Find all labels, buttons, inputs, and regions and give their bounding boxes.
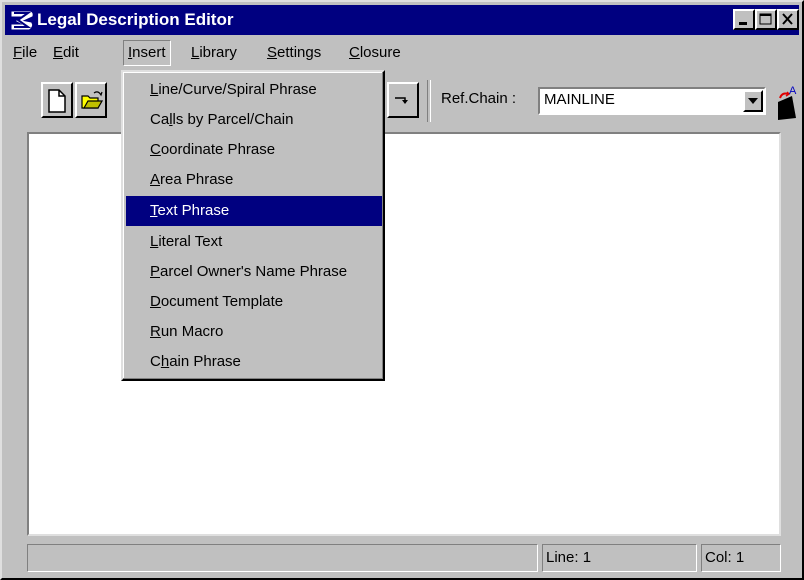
menu-file[interactable]: File bbox=[9, 40, 41, 66]
menu-library[interactable]: Library bbox=[187, 40, 241, 66]
ref-chain-select[interactable]: MAINLINE bbox=[538, 87, 766, 115]
svg-text:A: A bbox=[789, 85, 797, 97]
new-document-icon bbox=[48, 89, 66, 113]
status-col: Col: 1 bbox=[705, 549, 745, 566]
menu-item-literal-text[interactable]: Literal Text bbox=[126, 227, 382, 257]
menu-item-run-macro[interactable]: Run Macro bbox=[126, 317, 382, 347]
new-document-button[interactable] bbox=[41, 82, 73, 118]
chevron-down-icon bbox=[748, 98, 758, 104]
title-bar[interactable]: Legal Description Editor bbox=[5, 5, 799, 35]
status-message-pane bbox=[27, 544, 538, 572]
status-bar: Line: 1 Col: 1 bbox=[27, 544, 782, 572]
toolbar-separator bbox=[427, 80, 431, 122]
maximize-button[interactable] bbox=[755, 9, 777, 30]
font-tool-icon[interactable]: A bbox=[774, 82, 800, 122]
minimize-button[interactable] bbox=[733, 9, 755, 30]
maximize-icon bbox=[759, 13, 772, 25]
toolbar-arrow-button[interactable] bbox=[387, 82, 419, 118]
menu-closure[interactable]: Closure bbox=[345, 40, 405, 66]
menu-item-area-phrase[interactable]: Area Phrase bbox=[126, 165, 382, 195]
close-button[interactable] bbox=[777, 9, 799, 30]
menu-item-parcel-owners-name-phrase[interactable]: Parcel Owner's Name Phrase bbox=[126, 257, 382, 287]
window-title: Legal Description Editor bbox=[37, 10, 234, 29]
menu-item-document-template[interactable]: Document Template bbox=[126, 287, 382, 317]
open-folder-button[interactable] bbox=[75, 82, 107, 118]
menu-item-coordinate-phrase[interactable]: Coordinate Phrase bbox=[126, 135, 382, 165]
ref-chain-label: Ref.Chain : bbox=[441, 90, 517, 107]
menu-item-chain-phrase[interactable]: Chain Phrase bbox=[126, 347, 382, 377]
menu-item-line-curve-spiral-phrase[interactable]: Line/Curve/Spiral Phrase bbox=[126, 75, 382, 105]
menu-bar: File Edit Insert Library Settings Closur… bbox=[5, 37, 799, 69]
menu-edit[interactable]: Edit bbox=[49, 40, 83, 66]
menu-item-text-phrase[interactable]: Text Phrase bbox=[126, 196, 382, 226]
app-logo-icon bbox=[11, 11, 33, 30]
status-line-pane: Line: 1 bbox=[542, 544, 697, 572]
menu-insert[interactable]: Insert bbox=[123, 40, 171, 66]
open-folder-icon bbox=[81, 91, 103, 109]
menu-settings[interactable]: Settings bbox=[263, 40, 325, 66]
main-window: Legal Description Editor File Edit Inser… bbox=[0, 0, 804, 580]
menu-item-calls-by-parcel-chain[interactable]: Calls by Parcel/Chain bbox=[126, 105, 382, 135]
insert-menu-dropdown: Line/Curve/Spiral Phrase Calls by Parcel… bbox=[121, 70, 385, 381]
minimize-icon bbox=[739, 22, 747, 25]
arrow-down-right-icon bbox=[395, 97, 408, 104]
status-line: Line: 1 bbox=[546, 549, 592, 566]
close-icon bbox=[782, 13, 793, 25]
status-col-pane: Col: 1 bbox=[701, 544, 781, 572]
ref-chain-value: MAINLINE bbox=[544, 91, 615, 108]
ref-chain-dropdown-button[interactable] bbox=[743, 90, 763, 112]
